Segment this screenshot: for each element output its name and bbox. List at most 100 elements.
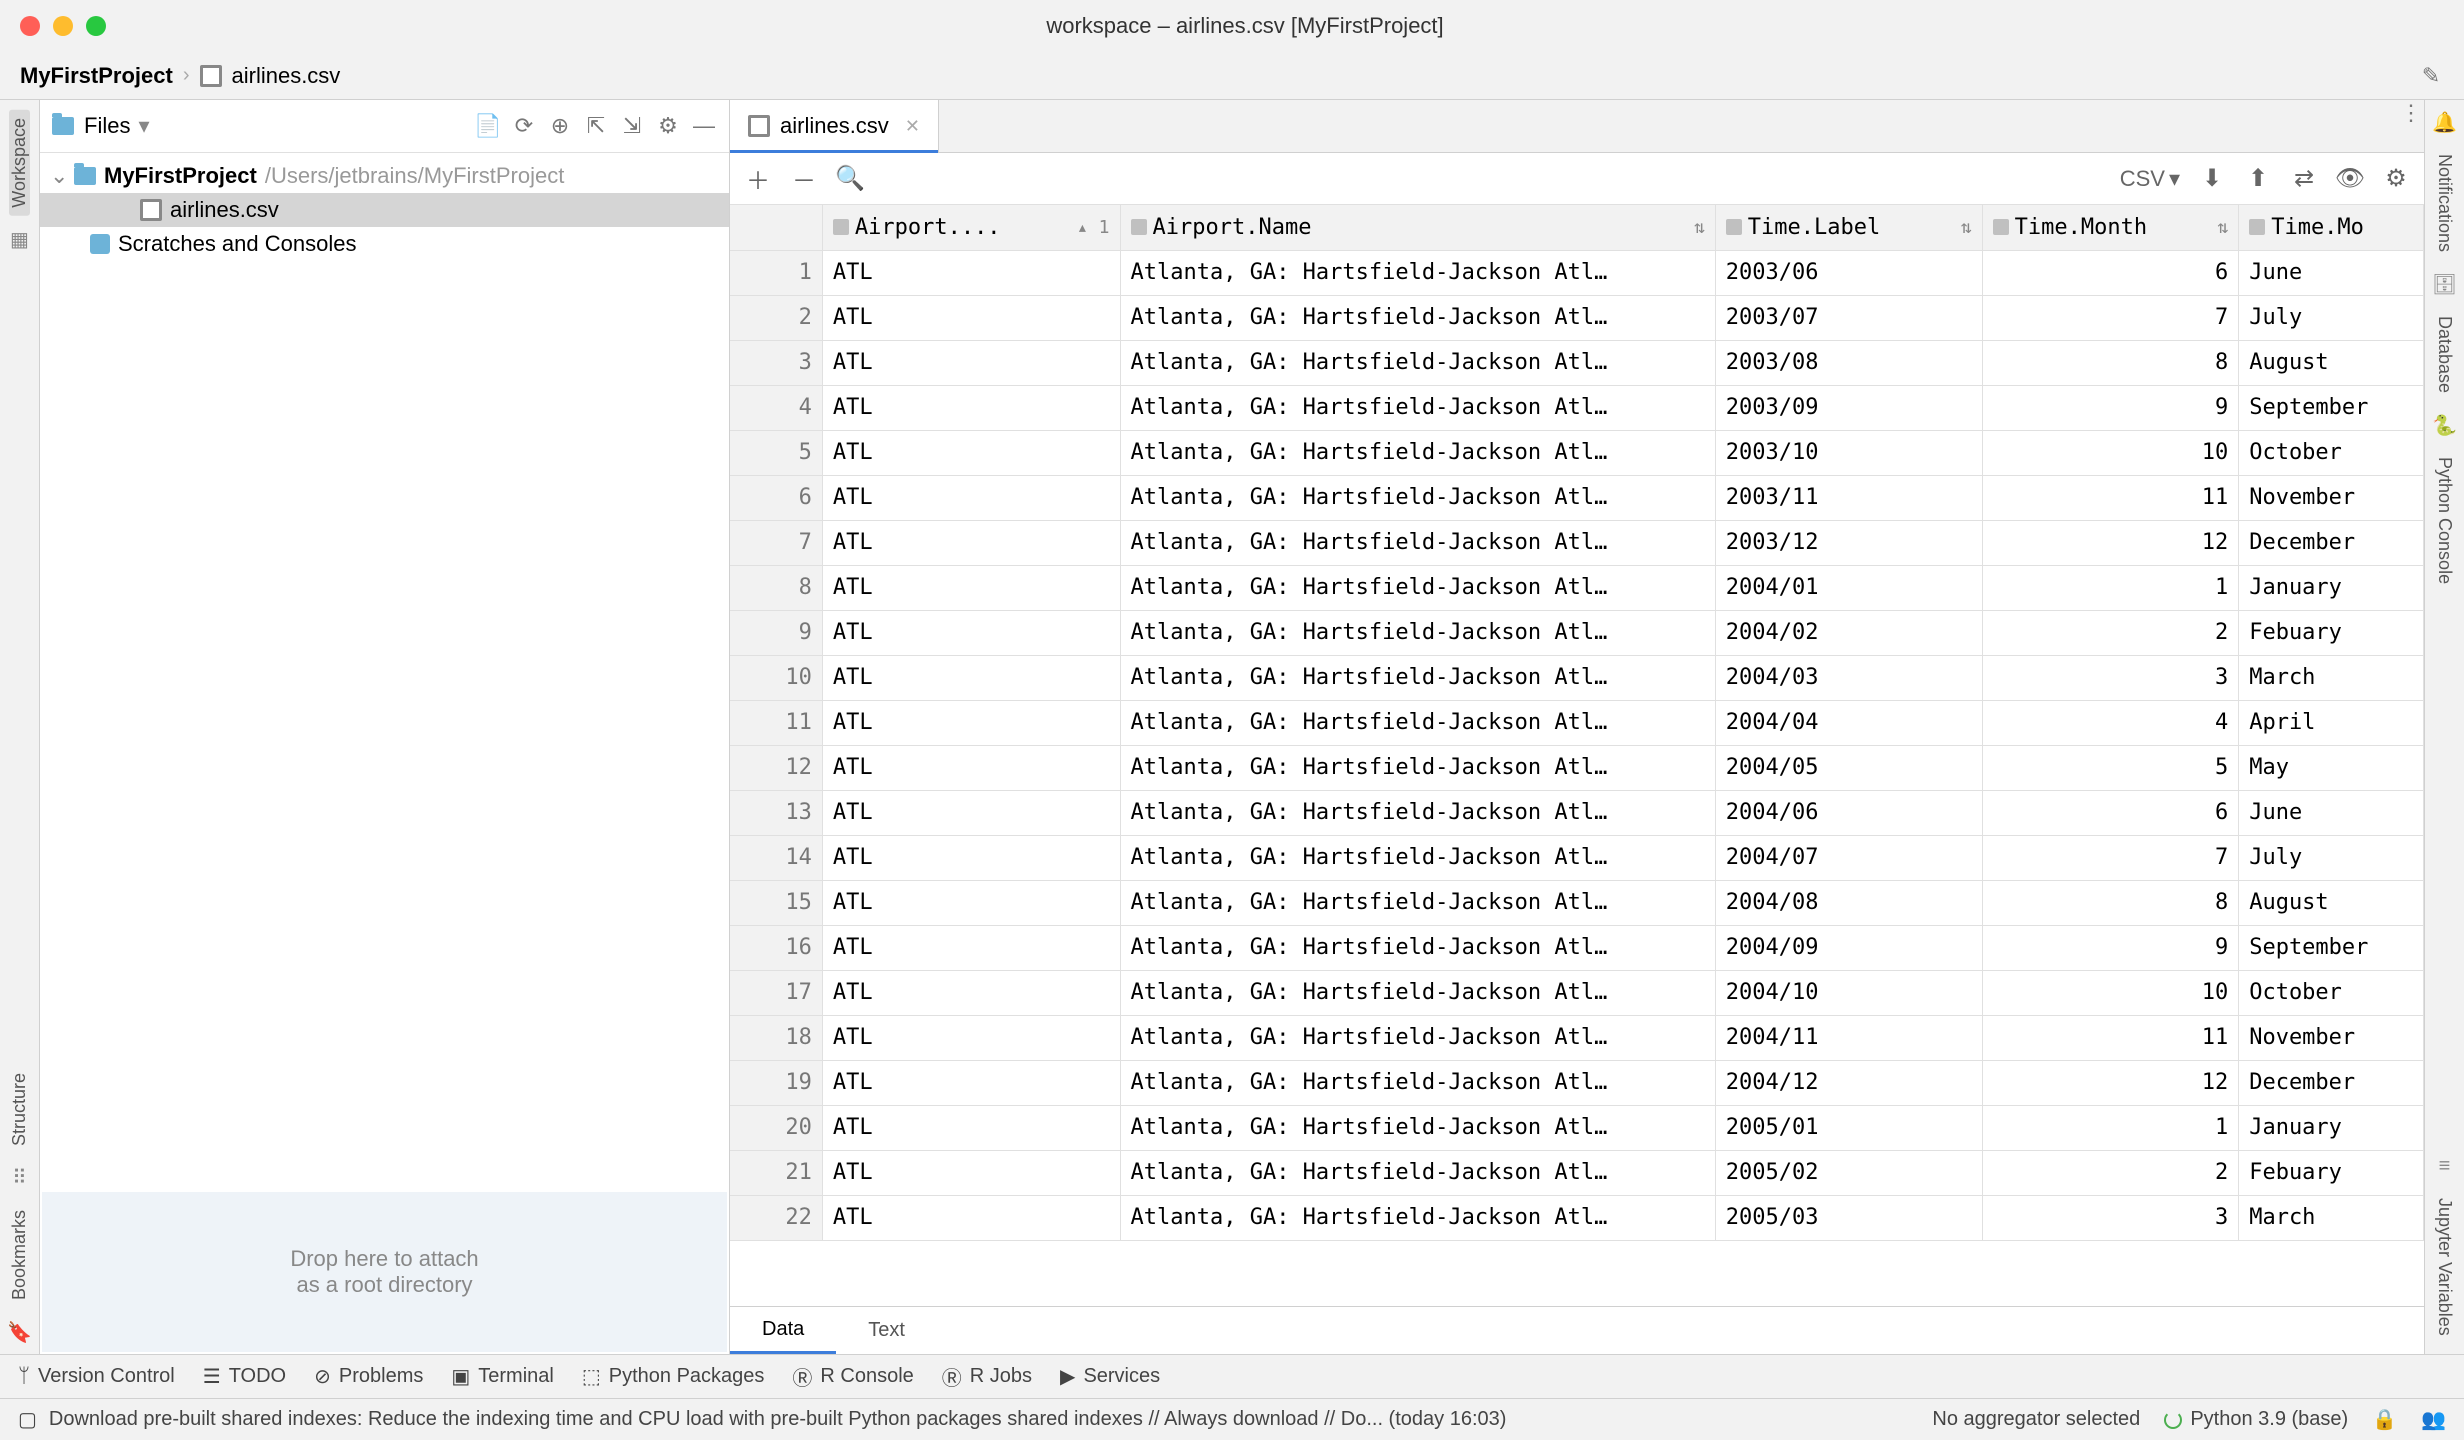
table-row[interactable]: 22ATLAtlanta, GA: Hartsfield-Jackson Atl…	[730, 1195, 2424, 1240]
structure-tool-button[interactable]: Structure	[9, 1065, 30, 1154]
cell-airport-name[interactable]: Atlanta, GA: Hartsfield-Jackson Atl…	[1120, 520, 1715, 565]
cell-time-month-name[interactable]: June	[2239, 250, 2424, 295]
gear-icon[interactable]: ⚙	[655, 113, 681, 139]
cell-airport-code[interactable]: ATL	[822, 880, 1120, 925]
cell-time-month[interactable]: 8	[1982, 340, 2239, 385]
cell-time-month[interactable]: 2	[1982, 610, 2239, 655]
cell-airport-code[interactable]: ATL	[822, 610, 1120, 655]
cell-time-month[interactable]: 12	[1982, 1060, 2239, 1105]
cell-airport-code[interactable]: ATL	[822, 790, 1120, 835]
cell-airport-name[interactable]: Atlanta, GA: Hartsfield-Jackson Atl…	[1120, 295, 1715, 340]
table-row[interactable]: 18ATLAtlanta, GA: Hartsfield-Jackson Atl…	[730, 1015, 2424, 1060]
interpreter-status[interactable]: Python 3.9 (base)	[2164, 1408, 2348, 1431]
cell-airport-name[interactable]: Atlanta, GA: Hartsfield-Jackson Atl…	[1120, 1105, 1715, 1150]
cell-airport-code[interactable]: ATL	[822, 700, 1120, 745]
table-row[interactable]: 6ATLAtlanta, GA: Hartsfield-Jackson Atl……	[730, 475, 2424, 520]
table-row[interactable]: 2ATLAtlanta, GA: Hartsfield-Jackson Atl……	[730, 295, 2424, 340]
locate-icon[interactable]: ⊕	[547, 113, 573, 139]
row-number-cell[interactable]: 3	[730, 340, 822, 385]
row-number-header[interactable]	[730, 205, 822, 250]
cell-time-label[interactable]: 2003/12	[1715, 520, 1982, 565]
hide-icon[interactable]: —	[691, 113, 717, 139]
table-row[interactable]: 3ATLAtlanta, GA: Hartsfield-Jackson Atl……	[730, 340, 2424, 385]
cell-airport-code[interactable]: ATL	[822, 925, 1120, 970]
cell-airport-name[interactable]: Atlanta, GA: Hartsfield-Jackson Atl…	[1120, 790, 1715, 835]
bell-icon[interactable]: 🔔	[2433, 110, 2457, 134]
upload-icon[interactable]: ⬆	[2244, 165, 2272, 193]
cell-time-month[interactable]: 6	[1982, 250, 2239, 295]
jupyter-variables-tool-button[interactable]: Jupyter Variables	[2434, 1190, 2455, 1344]
cell-airport-name[interactable]: Atlanta, GA: Hartsfield-Jackson Atl…	[1120, 430, 1715, 475]
cell-time-month[interactable]: 1	[1982, 565, 2239, 610]
cell-time-label[interactable]: 2004/11	[1715, 1015, 1982, 1060]
more-icon[interactable]: ⋮	[2396, 100, 2424, 126]
cell-time-month-name[interactable]: May	[2239, 745, 2424, 790]
view-tab-text[interactable]: Text	[836, 1307, 937, 1354]
cell-time-month[interactable]: 10	[1982, 970, 2239, 1015]
column-header-time-month-name[interactable]: Time.Mo	[2239, 205, 2424, 250]
row-number-cell[interactable]: 17	[730, 970, 822, 1015]
cell-time-month[interactable]: 3	[1982, 655, 2239, 700]
cell-time-month[interactable]: 6	[1982, 790, 2239, 835]
cell-time-label[interactable]: 2005/03	[1715, 1195, 1982, 1240]
table-row[interactable]: 16ATLAtlanta, GA: Hartsfield-Jackson Atl…	[730, 925, 2424, 970]
collapse-all-icon[interactable]: ⇲	[619, 113, 645, 139]
table-row[interactable]: 1ATLAtlanta, GA: Hartsfield-Jackson Atl……	[730, 250, 2424, 295]
terminal-tool-button[interactable]: ▣ Terminal	[451, 1364, 553, 1389]
cell-airport-name[interactable]: Atlanta, GA: Hartsfield-Jackson Atl…	[1120, 700, 1715, 745]
table-row[interactable]: 11ATLAtlanta, GA: Hartsfield-Jackson Atl…	[730, 700, 2424, 745]
edit-source-icon[interactable]: ✎	[2418, 63, 2444, 89]
row-number-cell[interactable]: 2	[730, 295, 822, 340]
cell-time-month[interactable]: 2	[1982, 1150, 2239, 1195]
scope-selector[interactable]: Files ▾	[84, 113, 150, 139]
tree-file-node[interactable]: airlines.csv	[40, 193, 729, 227]
cell-time-label[interactable]: 2003/11	[1715, 475, 1982, 520]
cell-time-label[interactable]: 2004/05	[1715, 745, 1982, 790]
cell-airport-code[interactable]: ATL	[822, 385, 1120, 430]
cell-time-month-name[interactable]: April	[2239, 700, 2424, 745]
cell-time-label[interactable]: 2003/08	[1715, 340, 1982, 385]
download-icon[interactable]: ⬇	[2198, 165, 2226, 193]
table-row[interactable]: 21ATLAtlanta, GA: Hartsfield-Jackson Atl…	[730, 1150, 2424, 1195]
scratches-node[interactable]: Scratches and Consoles	[40, 227, 729, 261]
row-number-cell[interactable]: 7	[730, 520, 822, 565]
cell-time-label[interactable]: 2004/09	[1715, 925, 1982, 970]
cell-time-label[interactable]: 2004/02	[1715, 610, 1982, 655]
cell-time-month[interactable]: 7	[1982, 835, 2239, 880]
row-number-cell[interactable]: 22	[730, 1195, 822, 1240]
row-number-cell[interactable]: 18	[730, 1015, 822, 1060]
row-number-cell[interactable]: 20	[730, 1105, 822, 1150]
table-row[interactable]: 8ATLAtlanta, GA: Hartsfield-Jackson Atl……	[730, 565, 2424, 610]
cell-airport-name[interactable]: Atlanta, GA: Hartsfield-Jackson Atl…	[1120, 250, 1715, 295]
search-icon[interactable]: 🔍	[836, 165, 864, 193]
r-jobs-tool-button[interactable]: Ⓡ R Jobs	[942, 1362, 1032, 1391]
bookmark-icon[interactable]: 🔖	[8, 1320, 32, 1344]
row-number-cell[interactable]: 6	[730, 475, 822, 520]
cell-airport-name[interactable]: Atlanta, GA: Hartsfield-Jackson Atl…	[1120, 970, 1715, 1015]
cell-airport-code[interactable]: ATL	[822, 520, 1120, 565]
cell-time-label[interactable]: 2005/01	[1715, 1105, 1982, 1150]
cell-time-month-name[interactable]: October	[2239, 430, 2424, 475]
cell-time-label[interactable]: 2004/12	[1715, 1060, 1982, 1105]
cell-time-month-name[interactable]: March	[2239, 655, 2424, 700]
cell-airport-code[interactable]: ATL	[822, 745, 1120, 790]
project-root-node[interactable]: ⌄ MyFirstProject /Users/jetbrains/MyFirs…	[40, 159, 729, 193]
compare-icon[interactable]: ⇄	[2290, 165, 2318, 193]
cell-time-month-name[interactable]: September	[2239, 925, 2424, 970]
format-selector[interactable]: CSV ▾	[2120, 166, 2180, 192]
services-tool-button[interactable]: ▶ Services	[1060, 1364, 1160, 1389]
cell-airport-name[interactable]: Atlanta, GA: Hartsfield-Jackson Atl…	[1120, 835, 1715, 880]
cell-time-month-name[interactable]: November	[2239, 475, 2424, 520]
row-number-cell[interactable]: 13	[730, 790, 822, 835]
cell-time-month[interactable]: 11	[1982, 1015, 2239, 1060]
cell-airport-code[interactable]: ATL	[822, 835, 1120, 880]
row-number-cell[interactable]: 4	[730, 385, 822, 430]
cell-time-label[interactable]: 2004/07	[1715, 835, 1982, 880]
cell-airport-code[interactable]: ATL	[822, 565, 1120, 610]
aggregator-status[interactable]: No aggregator selected	[1932, 1408, 2140, 1431]
lock-icon[interactable]: 🔒	[2372, 1407, 2397, 1432]
cell-airport-code[interactable]: ATL	[822, 250, 1120, 295]
cell-airport-code[interactable]: ATL	[822, 970, 1120, 1015]
structure-icon[interactable]: ⠿	[8, 1166, 32, 1190]
breadcrumb-file[interactable]: airlines.csv	[232, 63, 341, 89]
